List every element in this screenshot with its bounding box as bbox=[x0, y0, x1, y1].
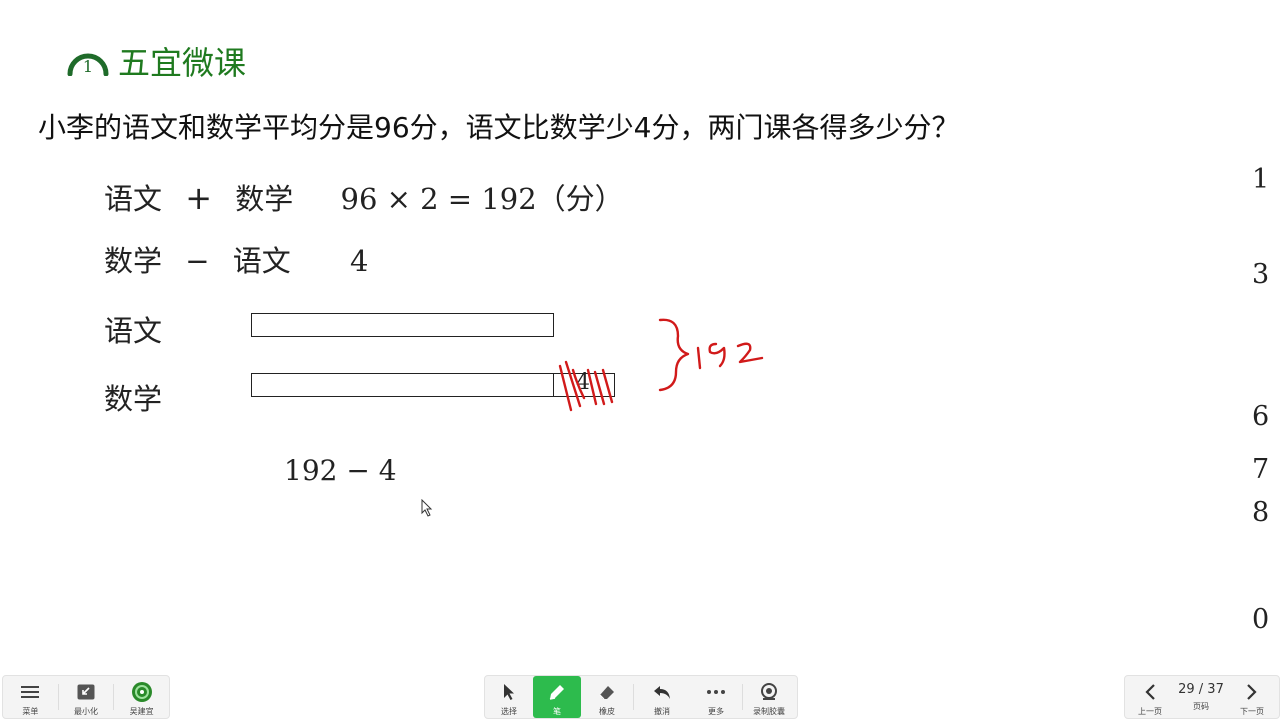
bar-chinese bbox=[251, 313, 554, 337]
pen-label: 笔 bbox=[553, 707, 561, 716]
next-page-label: 下一页 bbox=[1240, 707, 1264, 716]
eraser-label: 橡皮 bbox=[599, 707, 615, 716]
prev-page-button[interactable]: 上一页 bbox=[1125, 676, 1175, 718]
bar-label-chinese: 语文 bbox=[104, 314, 163, 348]
bar-extra-label: 4 bbox=[576, 370, 590, 395]
prev-page-label: 上一页 bbox=[1138, 707, 1162, 716]
avatar-icon bbox=[131, 681, 153, 703]
term-math: 数学 bbox=[235, 182, 294, 216]
left-toolbar: 菜单 最小化 吴建宜 bbox=[2, 675, 170, 719]
page-indicator[interactable]: 29 / 37 页码 bbox=[1175, 676, 1227, 718]
bar-label-math: 数学 bbox=[104, 382, 163, 416]
pen-tool-button[interactable]: 笔 bbox=[533, 676, 581, 718]
side-number: 6 bbox=[1252, 401, 1270, 432]
equation-line-1: 语文 + 数学 96 × 2 = 192（分） bbox=[104, 176, 624, 218]
chevron-left-icon bbox=[1144, 681, 1156, 703]
more-label: 更多 bbox=[708, 707, 724, 716]
minus-sign: − bbox=[185, 244, 210, 278]
undo-icon bbox=[652, 681, 672, 703]
hamburger-icon bbox=[21, 681, 40, 703]
minimize-button[interactable]: 最小化 bbox=[59, 676, 114, 718]
record-capsule-button[interactable]: 录制胶囊 bbox=[743, 676, 795, 718]
drawing-toolbar: 选择 笔 橡皮 撤消 更多 录制胶囊 bbox=[484, 675, 798, 719]
undo-label: 撤消 bbox=[654, 707, 670, 716]
equation-line-2: 数学 − 语文 4 bbox=[104, 238, 368, 280]
eraser-tool-button[interactable]: 橡皮 bbox=[581, 676, 633, 718]
side-number: 1 bbox=[1252, 164, 1270, 195]
minimize-label: 最小化 bbox=[74, 707, 98, 716]
undo-button[interactable]: 撤消 bbox=[634, 676, 690, 718]
chevron-right-icon bbox=[1246, 681, 1258, 703]
difference-value: 4 bbox=[350, 244, 369, 278]
term-math: 数学 bbox=[104, 244, 163, 278]
page-label: 页码 bbox=[1193, 702, 1209, 711]
menu-label: 菜单 bbox=[22, 707, 39, 716]
eraser-icon bbox=[597, 681, 617, 703]
logo-icon: 1 bbox=[66, 42, 110, 77]
pointer-icon bbox=[502, 681, 516, 703]
page-navigation: 上一页 29 / 37 页码 下一页 bbox=[1124, 675, 1280, 719]
user-name-label: 吴建宜 bbox=[129, 707, 154, 716]
user-avatar-button[interactable]: 吴建宜 bbox=[114, 676, 169, 718]
record-label: 录制胶囊 bbox=[753, 707, 785, 716]
sum-calculation: 96 × 2 = 192（分） bbox=[340, 182, 624, 216]
select-tool-button[interactable]: 选择 bbox=[485, 676, 533, 718]
calculation-text: 192 − 4 bbox=[284, 454, 397, 487]
term-chinese: 语文 bbox=[232, 244, 291, 278]
mouse-cursor-icon bbox=[421, 499, 433, 517]
brand-name: 五宜微课 bbox=[118, 44, 247, 82]
question-text: 小李的语文和数学平均分是96分，语文比数学少4分，两门课各得多少分？ bbox=[38, 111, 960, 144]
logo-digit: 1 bbox=[83, 57, 93, 76]
next-page-button[interactable]: 下一页 bbox=[1227, 676, 1277, 718]
page-number: 29 / 37 bbox=[1178, 682, 1224, 697]
select-label: 选择 bbox=[501, 707, 517, 716]
side-number: 8 bbox=[1252, 497, 1270, 528]
minimize-icon bbox=[77, 681, 95, 703]
plus-sign: + bbox=[185, 179, 213, 217]
side-number: 7 bbox=[1252, 454, 1270, 485]
record-camera-icon bbox=[758, 681, 780, 703]
side-number: 0 bbox=[1252, 604, 1270, 635]
side-number: 3 bbox=[1252, 259, 1270, 290]
bar-math-extra: 4 bbox=[553, 370, 615, 397]
term-chinese: 语文 bbox=[104, 182, 163, 216]
bar-math bbox=[251, 373, 554, 397]
pen-icon bbox=[547, 681, 567, 703]
more-dots-icon bbox=[706, 681, 726, 703]
more-button[interactable]: 更多 bbox=[690, 676, 742, 718]
menu-button[interactable]: 菜单 bbox=[3, 676, 58, 718]
